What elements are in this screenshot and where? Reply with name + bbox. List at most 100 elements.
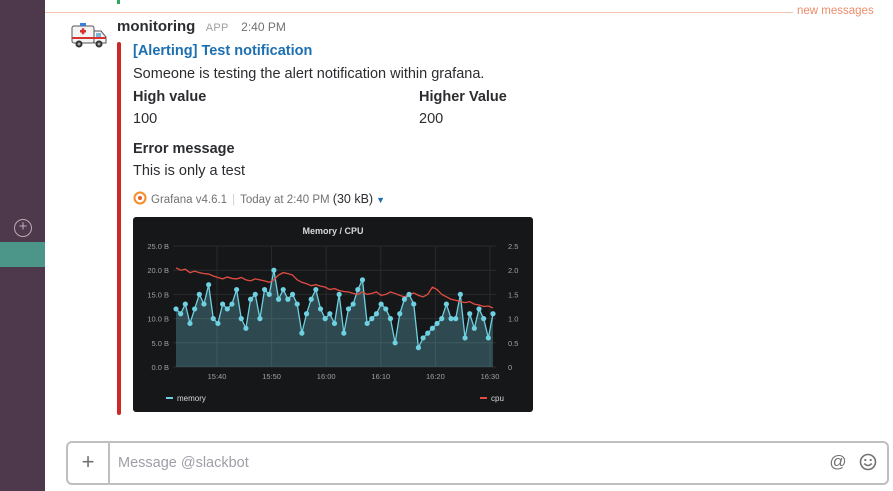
y-left-tick-label: 5.0 B	[151, 339, 169, 348]
memory-point	[206, 282, 212, 288]
memory-point	[369, 316, 375, 322]
memory-point	[355, 286, 361, 293]
attachment-text: Someone is testing the alert notificatio…	[133, 66, 485, 82]
y-left-tick-label: 20.0 B	[147, 266, 169, 275]
y-left-tick-label: 15.0 B	[147, 290, 169, 299]
x-tick-label: 16:20	[426, 372, 445, 381]
memory-point	[429, 325, 435, 331]
memory-point	[266, 291, 272, 297]
memory-point	[178, 311, 184, 317]
memory-point	[359, 277, 366, 283]
memory-point	[420, 335, 426, 341]
footer-source: Grafana v4.6.1	[151, 194, 228, 206]
x-tick-label: 16:00	[317, 372, 336, 381]
memory-point	[453, 316, 459, 322]
memory-point	[201, 301, 207, 307]
y-left-tick-label: 0.0 B	[151, 363, 169, 372]
memory-point	[243, 325, 249, 331]
plus-icon[interactable]: +	[68, 443, 110, 483]
memory-point	[341, 330, 347, 336]
field-title-higher-value: Higher Value	[419, 89, 507, 105]
field-title-error-message: Error message	[133, 141, 235, 157]
attachment-footer: Grafana v4.6.1 | Today at 2:40 PM (30 kB) ▼	[133, 191, 385, 206]
memory-point	[476, 306, 482, 312]
memory-point	[210, 316, 216, 322]
sender-name[interactable]: monitoring	[117, 18, 195, 35]
memory-point	[467, 311, 473, 317]
memory-point	[411, 301, 417, 307]
memory-point	[271, 267, 277, 273]
message-composer: + @	[66, 441, 889, 485]
memory-point	[313, 286, 319, 293]
memory-point	[350, 301, 356, 307]
memory-point	[303, 311, 310, 317]
legend-label-memory: memory	[177, 394, 206, 403]
grafana-chart-image[interactable]: Memory / CPU 0.0 B 5.0 B 10.0 B 15.0 B 20.0 B…	[133, 217, 533, 412]
memory-cpu-chart: Memory / CPU 0.0 B 5.0 B 10.0 B 15.0 B 20.0 B…	[147, 226, 518, 403]
sidebar-active-item[interactable]	[0, 242, 45, 267]
workspace-sidebar: +	[0, 0, 45, 491]
message-input[interactable]	[118, 451, 768, 475]
ambulance-avatar-icon[interactable]	[71, 22, 107, 50]
memory-point	[182, 301, 188, 307]
y-right-tick-label: 1.0	[508, 315, 518, 324]
memory-point	[294, 301, 300, 307]
memory-point	[238, 316, 244, 322]
message-pane: new messages monitoring APP 2:40 PM [Ale…	[45, 0, 893, 491]
chart-title: Memory / CPU	[302, 226, 363, 236]
field-title-high-value: High value	[133, 89, 207, 105]
memory-point	[252, 291, 258, 297]
memory-point	[373, 311, 380, 317]
memory-point	[327, 311, 333, 317]
memory-point	[280, 286, 286, 293]
add-circle-icon[interactable]: +	[14, 219, 32, 237]
y-left-tick-label: 10.0 B	[147, 315, 169, 324]
memory-point	[261, 286, 268, 293]
memory-point	[434, 320, 440, 327]
y-left-tick-label: 25.0 B	[147, 242, 169, 251]
memory-point	[336, 291, 342, 297]
memory-point	[425, 330, 431, 336]
memory-point	[392, 340, 398, 346]
memory-point	[285, 296, 291, 302]
field-value-high-value: 100	[133, 111, 158, 127]
memory-point	[397, 311, 403, 317]
memory-point	[401, 296, 408, 302]
memory-point	[471, 325, 477, 331]
memory-point	[275, 296, 282, 302]
message-header: monitoring APP 2:40 PM	[117, 18, 286, 36]
caret-down-icon[interactable]: ▼	[376, 195, 385, 205]
memory-point	[378, 301, 384, 307]
memory-point	[415, 345, 422, 351]
emoji-icon[interactable]	[858, 452, 878, 472]
y-right-tick-label: 2.0	[508, 266, 518, 275]
mention-icon[interactable]: @	[828, 452, 848, 472]
image-size: (30 kB)	[332, 192, 374, 206]
new-messages-divider	[45, 12, 793, 13]
x-tick-label: 15:40	[208, 372, 227, 381]
legend-label-cpu: cpu	[491, 394, 504, 403]
y-right-tick-label: 0.5	[508, 339, 518, 348]
memory-point	[317, 306, 324, 312]
memory-point	[192, 306, 198, 312]
memory-point	[257, 316, 263, 322]
memory-point	[289, 291, 296, 297]
memory-point	[448, 316, 454, 322]
y-right-tick-label: 2.5	[508, 242, 518, 251]
memory-point	[443, 301, 449, 307]
message-timestamp[interactable]: 2:40 PM	[241, 20, 286, 34]
previous-attachment-bar	[117, 0, 120, 4]
attachment-title-link[interactable]: [Alerting] Test notification	[133, 43, 312, 59]
memory-point	[331, 320, 338, 327]
memory-point	[215, 320, 221, 327]
memory-point	[485, 335, 491, 341]
new-messages-label: new messages	[797, 5, 874, 17]
footer-timestamp[interactable]: Today at 2:40 PM	[240, 194, 330, 206]
memory-point	[490, 311, 496, 317]
x-tick-label: 16:30	[481, 372, 500, 381]
memory-point	[345, 306, 352, 312]
memory-point	[406, 291, 412, 297]
memory-point	[364, 320, 370, 327]
grafana-logo-icon	[133, 191, 147, 205]
memory-point	[439, 316, 445, 322]
